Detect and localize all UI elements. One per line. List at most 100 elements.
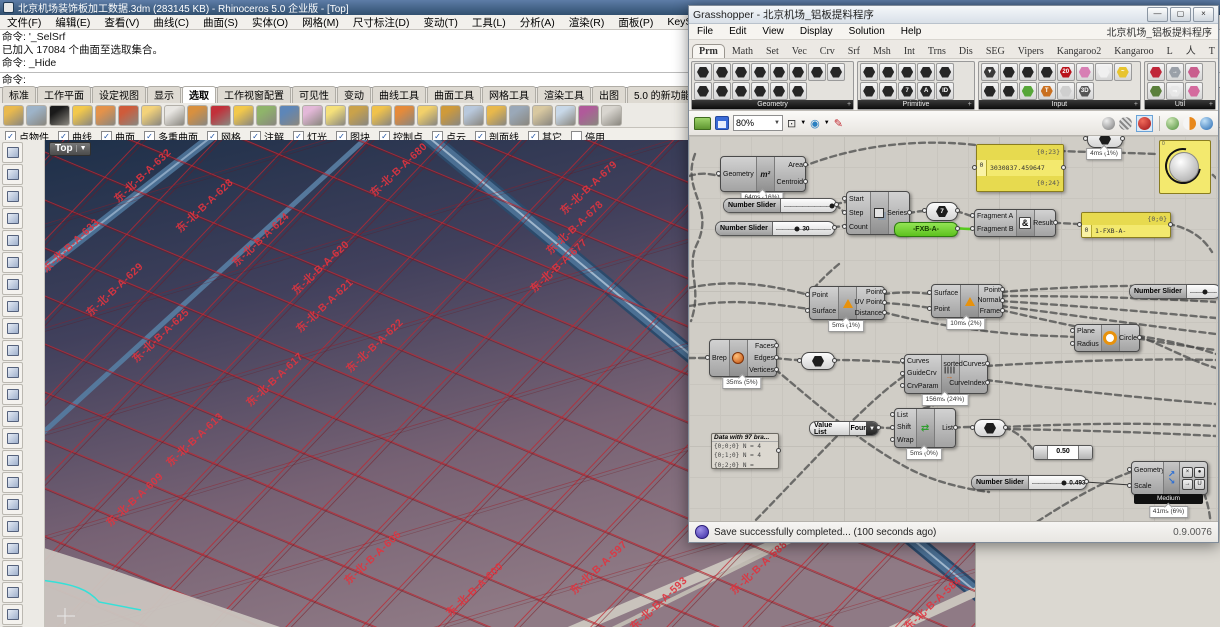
palette-component-icon[interactable] (1076, 63, 1094, 81)
sketch-pen-icon[interactable]: ✎ (834, 117, 843, 130)
palette-component-icon[interactable] (713, 82, 731, 100)
palette-component-icon[interactable]: 3D (1076, 82, 1094, 100)
gh-node-value-list[interactable]: Value ListFour▼ (809, 421, 877, 434)
rhino-tool-icon[interactable] (26, 105, 47, 126)
port-in[interactable] (970, 226, 975, 231)
rhino-toolbar-tab[interactable]: 出图 (592, 86, 626, 103)
port-in[interactable] (927, 290, 932, 295)
palette-component-icon[interactable] (1019, 82, 1037, 100)
gh-node-knob[interactable]: 0 (1159, 140, 1209, 192)
port-in[interactable] (972, 165, 977, 170)
palette-component-icon[interactable] (770, 82, 788, 100)
gh-menu-item[interactable]: Display (792, 26, 841, 37)
rhino-tool-icon[interactable] (72, 105, 93, 126)
knob-ball[interactable] (1169, 152, 1199, 182)
gh-menu-item[interactable]: File (689, 26, 721, 37)
rhino-toolbar-tab[interactable]: 工作视窗配置 (217, 86, 291, 103)
palette-component-icon[interactable]: 20 (1057, 63, 1075, 81)
palette-component-icon[interactable] (860, 82, 878, 100)
palette-component-icon[interactable] (981, 82, 999, 100)
palette-component-icon[interactable]: A (917, 82, 935, 100)
port-out[interactable] (774, 343, 779, 348)
preview-wire-icon[interactable] (1119, 117, 1132, 130)
gh-tab[interactable]: Int (898, 45, 921, 58)
port-out[interactable] (1000, 308, 1005, 313)
palette-component-icon[interactable] (1147, 82, 1165, 100)
palette-component-icon[interactable] (694, 82, 712, 100)
palette-expand-icon[interactable]: + (1134, 100, 1138, 109)
gh-node-shift[interactable]: ListShiftWrap⇄List5ms (0%) (894, 408, 954, 446)
rhino-menu-item[interactable]: 网格(M) (295, 15, 346, 30)
gh-tab[interactable]: Prm (692, 44, 725, 58)
rhino-tool-icon[interactable] (509, 105, 530, 126)
palette-expand-icon[interactable]: + (968, 100, 972, 109)
rhino-tool-icon[interactable] (463, 105, 484, 126)
port-in[interactable] (1127, 483, 1132, 488)
rhino-menu-item[interactable]: 曲线(C) (146, 15, 196, 30)
port-out[interactable] (1137, 335, 1142, 340)
rhino-tool-icon[interactable] (348, 105, 369, 126)
gh-tab[interactable]: Msh (867, 45, 897, 58)
gh-node-param-7[interactable]: 7 (926, 202, 956, 219)
rhino-tool-icon[interactable] (49, 105, 70, 126)
gh-menu-item[interactable]: Edit (721, 26, 754, 37)
gh-node-param-crv1[interactable]: 4ms (1%) (1087, 136, 1121, 146)
palette-expand-icon[interactable]: + (1209, 100, 1213, 109)
port-out[interactable] (953, 425, 958, 430)
port-out[interactable] (1000, 298, 1005, 303)
port-out[interactable] (985, 361, 990, 366)
minimize-button[interactable]: — (1147, 7, 1168, 22)
palette-component-icon[interactable] (1147, 63, 1165, 81)
viewport-menu-arrow-icon[interactable]: ▼ (76, 145, 87, 152)
rhino-sidebar-tool-icon[interactable] (2, 472, 23, 493)
rhino-tool-icon[interactable] (233, 105, 254, 126)
rhino-sidebar-tool-icon[interactable] (2, 252, 23, 273)
zoom-level-select[interactable]: 80%▼ (733, 115, 783, 131)
palette-component-icon[interactable] (770, 63, 788, 81)
port-in[interactable] (900, 358, 905, 363)
gh-tab[interactable]: Vec (786, 45, 813, 58)
rhino-menu-item[interactable]: 渲染(R) (562, 15, 612, 30)
gh-node-panel-top[interactable]: {0;23}03030837.459647{0;24} (976, 144, 1062, 190)
rhino-toolbar-tab[interactable]: 显示 (147, 86, 181, 103)
port-out[interactable] (1000, 287, 1005, 292)
rhino-sidebar-tool-icon[interactable] (2, 582, 23, 603)
port-in[interactable] (890, 425, 895, 430)
palette-component-icon[interactable] (789, 82, 807, 100)
palette-component-icon[interactable]: 7 (898, 82, 916, 100)
slider-handle[interactable] (1062, 480, 1067, 485)
gh-tab[interactable]: Math (726, 45, 759, 58)
zoom-extents-icon[interactable]: ⊡ (787, 117, 796, 130)
gh-node-area[interactable]: Geometrym²AreaCentroid64ms (16%) (720, 156, 804, 190)
port-in[interactable] (922, 208, 927, 213)
port-out[interactable] (882, 300, 887, 305)
gh-node-concat[interactable]: Fragment AFragment B&Result (974, 209, 1054, 235)
port-out[interactable] (1061, 165, 1066, 170)
port-in[interactable] (1077, 222, 1082, 227)
port-in[interactable] (890, 412, 895, 417)
gh-node-panel-data[interactable]: Data with 97 bra...{0;0;0} N = 4{0;1;0} … (711, 433, 777, 467)
rhino-tool-icon[interactable] (578, 105, 599, 126)
gh-node-param-crv2[interactable] (801, 352, 833, 368)
rhino-tool-icon[interactable] (256, 105, 277, 126)
rhino-sidebar-tool-icon[interactable] (2, 208, 23, 229)
rhino-sidebar-tool-icon[interactable] (2, 428, 23, 449)
port-out[interactable] (834, 202, 839, 207)
rhino-menu-item[interactable]: 查看(V) (97, 15, 146, 30)
rhino-sidebar-tool-icon[interactable] (2, 230, 23, 251)
port-out[interactable] (955, 208, 960, 213)
preview-off-icon[interactable] (1102, 117, 1115, 130)
port-out[interactable] (1120, 136, 1125, 141)
rhino-tool-icon[interactable] (394, 105, 415, 126)
rhino-menu-item[interactable]: 曲面(S) (196, 15, 245, 30)
palette-expand-icon[interactable]: + (847, 100, 851, 109)
rhino-sidebar-tool-icon[interactable] (2, 340, 23, 361)
rhino-tool-icon[interactable] (164, 105, 185, 126)
rhino-menu-item[interactable]: 文件(F) (0, 15, 48, 30)
palette-component-icon[interactable] (827, 63, 845, 81)
palette-component-icon[interactable] (1095, 63, 1113, 81)
palette-component-icon[interactable] (751, 82, 769, 100)
port-out[interactable] (1003, 425, 1008, 430)
rhino-sidebar-tool-icon[interactable] (2, 296, 23, 317)
gh-node-eval-srf[interactable]: SurfacePointPointNormalFrame10ms (2%) (931, 284, 1001, 316)
